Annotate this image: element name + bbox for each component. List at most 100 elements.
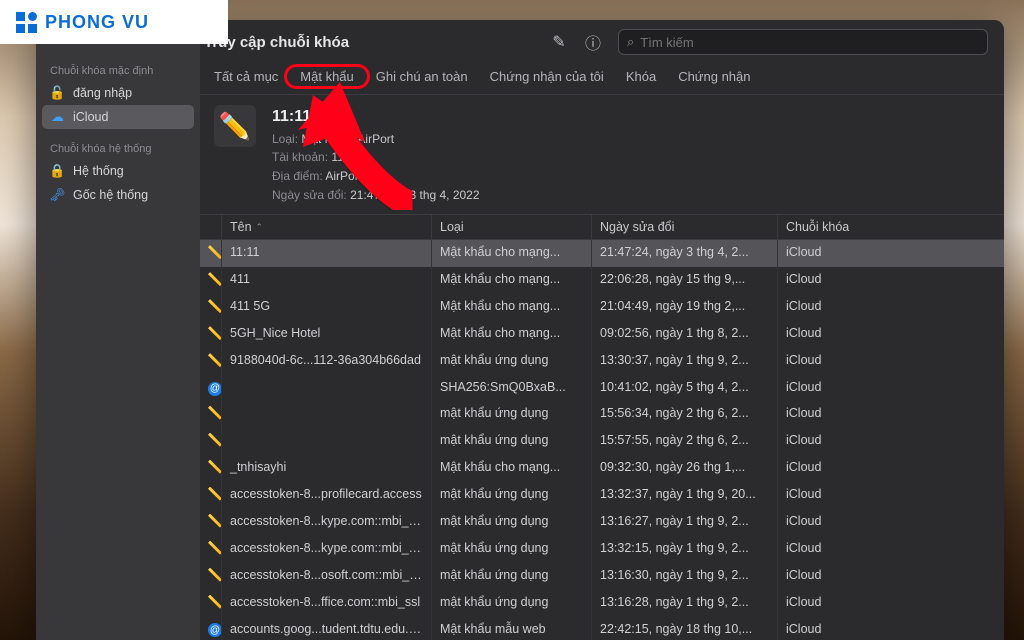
cell-chain: iCloud xyxy=(778,321,1004,348)
compose-icon[interactable]: ✎ xyxy=(544,27,574,57)
table-row[interactable]: mật khẩu ứng dụng15:57:55, ngày 2 thg 6,… xyxy=(200,428,1004,455)
table-row[interactable]: 411 5GMật khẩu cho mạng...21:04:49, ngày… xyxy=(200,294,1004,321)
cell-type: Mật khẩu cho mạng... xyxy=(432,455,592,482)
note-icon xyxy=(208,568,222,582)
cell-name: accounts.goog...tudent.tdtu.edu.vn) xyxy=(222,617,432,640)
cell-chain: iCloud xyxy=(778,294,1004,321)
cell-type: mật khẩu ứng dụng xyxy=(432,401,592,428)
cell-date: 13:16:28, ngày 1 thg 9, 2... xyxy=(592,590,778,617)
table-row[interactable]: accesstoken-8...osoft.com::mbi_sslmật kh… xyxy=(200,563,1004,590)
cell-chain: iCloud xyxy=(778,375,1004,401)
table-row[interactable]: 11:11Mật khẩu cho mạng...21:47:24, ngày … xyxy=(200,240,1004,267)
list-header: Tên⌃ Loại Ngày sửa đổi Chuỗi khóa xyxy=(200,215,1004,240)
cell-name: accesstoken-8...kype.com::mbi_ssl xyxy=(222,509,432,536)
sort-asc-icon: ⌃ xyxy=(256,222,264,233)
sidebar: Chuỗi khóa mặc định 🔓 đăng nhập ☁︎ iClou… xyxy=(36,20,200,640)
table-row[interactable]: accesstoken-8...kype.com::mbi_sslmật khẩ… xyxy=(200,536,1004,563)
sidebar-item-login[interactable]: 🔓 đăng nhập xyxy=(36,81,200,105)
window-title: Truy cập chuỗi khóa xyxy=(200,34,540,51)
cell-date: 09:02:56, ngày 1 thg 8, 2... xyxy=(592,321,778,348)
cell-date: 22:42:15, ngày 18 thg 10,... xyxy=(592,617,778,640)
cell-type: Mật khẩu cho mạng... xyxy=(432,267,592,294)
sidebar-item-system[interactable]: 🔒 Hệ thống xyxy=(36,159,200,183)
tab-all[interactable]: Tất cả mục xyxy=(210,67,282,86)
note-icon xyxy=(208,326,222,340)
cell-date: 13:32:37, ngày 1 thg 9, 20... xyxy=(592,482,778,509)
cell-name: 9188040d-6c...112-36a304b66dad xyxy=(222,348,432,375)
cell-chain: iCloud xyxy=(778,267,1004,294)
item-detail-info: 11:11 Loại: Mật mạng AirPort Tài khoản: … xyxy=(272,105,480,204)
note-icon xyxy=(208,353,222,367)
table-row[interactable]: @accounts.goog...tudent.tdtu.edu.vn)Mật … xyxy=(200,617,1004,640)
table-row[interactable]: mật khẩu ứng dụng15:56:34, ngày 2 thg 6,… xyxy=(200,401,1004,428)
cell-chain: iCloud xyxy=(778,348,1004,375)
search-input[interactable] xyxy=(640,35,979,50)
note-icon xyxy=(208,272,222,286)
table-row[interactable]: 9188040d-6c...112-36a304b66dadmật khẩu ứ… xyxy=(200,348,1004,375)
item-detail: ✏️ 11:11 Loại: Mật mạng AirPort Tài khoả… xyxy=(200,95,1004,215)
cell-date: 13:30:37, ngày 1 thg 9, 2... xyxy=(592,348,778,375)
sidebar-item-label: Hệ thống xyxy=(73,164,124,178)
cell-type: mật khẩu ứng dụng xyxy=(432,536,592,563)
lockfile-icon: 🗝 xyxy=(50,189,65,202)
cell-type: mật khẩu ứng dụng xyxy=(432,590,592,617)
cloud-icon: ☁︎ xyxy=(50,111,65,124)
brand-text: PHONG VU xyxy=(45,12,149,33)
cell-name: 5GH_Nice Hotel xyxy=(222,321,432,348)
cell-date: 10:41:02, ngày 5 thg 4, 2... xyxy=(592,375,778,401)
note-icon xyxy=(208,541,222,555)
cell-type: mật khẩu ứng dụng xyxy=(432,563,592,590)
tab-secure-notes[interactable]: Ghi chú an toàn xyxy=(372,67,472,86)
sidebar-item-system-root[interactable]: 🗝 Gốc hệ thống xyxy=(36,183,200,207)
table-row[interactable]: 411Mật khẩu cho mạng...22:06:28, ngày 15… xyxy=(200,267,1004,294)
cell-chain: iCloud xyxy=(778,401,1004,428)
note-icon xyxy=(208,433,222,447)
table-row[interactable]: _tnhisayhiMật khẩu cho mạng...09:32:30, … xyxy=(200,455,1004,482)
col-header-type[interactable]: Loại xyxy=(432,215,592,239)
cell-type: mật khẩu ứng dụng xyxy=(432,509,592,536)
item-list[interactable]: 11:11Mật khẩu cho mạng...21:47:24, ngày … xyxy=(200,240,1004,640)
cell-chain: iCloud xyxy=(778,563,1004,590)
brand-logo-icon xyxy=(16,12,37,33)
note-icon xyxy=(208,245,222,259)
sidebar-group-default: Chuỗi khóa mặc định xyxy=(36,61,200,81)
sidebar-item-label: iCloud xyxy=(73,110,108,124)
table-row[interactable]: @SHA256:SmQ0BxaB...10:41:02, ngày 5 thg … xyxy=(200,375,1004,401)
cell-chain: iCloud xyxy=(778,455,1004,482)
cell-name: accesstoken-8...profilecard.access xyxy=(222,482,432,509)
cell-type: Mật khẩu cho mạng... xyxy=(432,294,592,321)
table-row[interactable]: accesstoken-8...profilecard.accessmật kh… xyxy=(200,482,1004,509)
col-header-name[interactable]: Tên⌃ xyxy=(222,215,432,239)
sidebar-item-icloud[interactable]: ☁︎ iCloud xyxy=(42,105,194,129)
note-icon xyxy=(208,406,222,420)
tab-passwords[interactable]: Mật khẩu xyxy=(296,67,357,86)
col-header-date[interactable]: Ngày sửa đổi xyxy=(592,215,778,239)
sidebar-item-label: đăng nhập xyxy=(73,86,132,100)
cell-type: Mật khẩu cho mạng... xyxy=(432,240,592,267)
tab-my-certs[interactable]: Chứng nhận của tôi xyxy=(486,67,608,86)
cell-date: 21:04:49, ngày 19 thg 2,... xyxy=(592,294,778,321)
cell-type: Mật khẩu cho mạng... xyxy=(432,321,592,348)
tab-keys[interactable]: Khóa xyxy=(622,67,660,86)
col-header-chain[interactable]: Chuỗi khóa xyxy=(778,215,1004,239)
item-detail-name: 11:11 xyxy=(272,105,480,130)
tab-certs[interactable]: Chứng nhận xyxy=(674,67,754,86)
cell-name: accesstoken-8...ffice.com::mbi_ssl xyxy=(222,590,432,617)
cell-chain: iCloud xyxy=(778,482,1004,509)
cell-name: 11:11 xyxy=(222,240,432,267)
at-icon: @ xyxy=(208,382,222,396)
note-icon xyxy=(208,595,222,609)
cell-name xyxy=(222,375,432,401)
info-icon[interactable]: ⓘ xyxy=(578,27,608,57)
cell-date: 15:57:55, ngày 2 thg 6, 2... xyxy=(592,428,778,455)
cell-date: 13:16:30, ngày 1 thg 9, 2... xyxy=(592,563,778,590)
table-row[interactable]: accesstoken-8...kype.com::mbi_sslmật khẩ… xyxy=(200,509,1004,536)
cell-chain: iCloud xyxy=(778,428,1004,455)
cell-name: accesstoken-8...osoft.com::mbi_ssl xyxy=(222,563,432,590)
table-row[interactable]: accesstoken-8...ffice.com::mbi_sslmật kh… xyxy=(200,590,1004,617)
search-field[interactable]: ⌕ xyxy=(618,29,988,55)
cell-chain: iCloud xyxy=(778,536,1004,563)
cell-name: 411 xyxy=(222,267,432,294)
table-row[interactable]: 5GH_Nice HotelMật khẩu cho mạng...09:02:… xyxy=(200,321,1004,348)
cell-date: 22:06:28, ngày 15 thg 9,... xyxy=(592,267,778,294)
